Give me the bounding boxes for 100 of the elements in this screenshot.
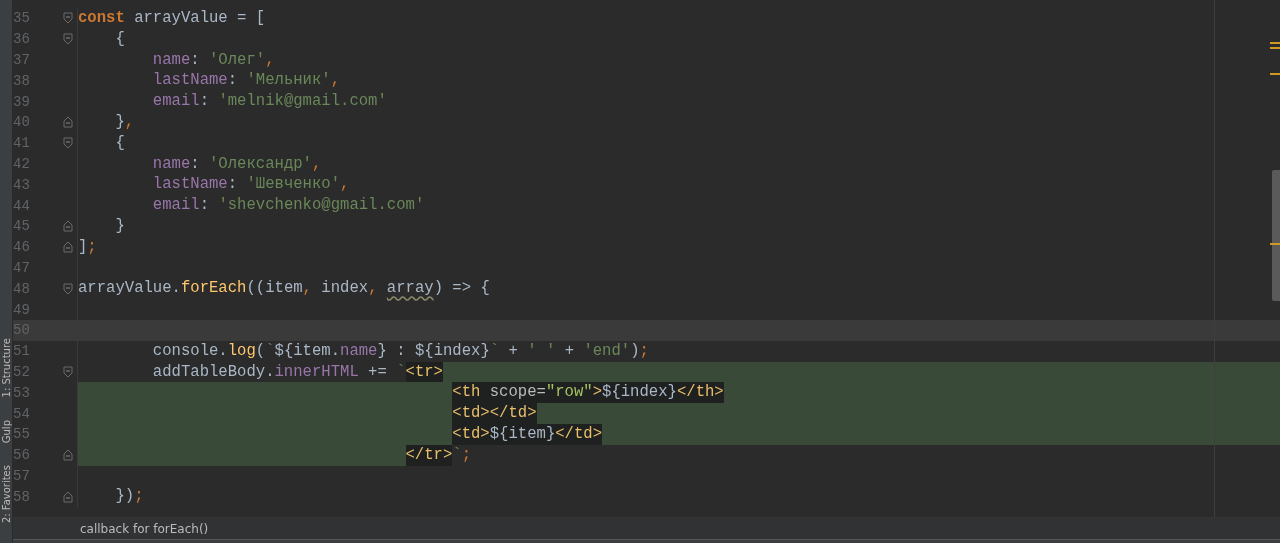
code-token: : xyxy=(199,91,210,112)
line-number: 52 xyxy=(13,363,31,380)
line-number: 54 xyxy=(13,405,31,422)
breadcrumb-text: callback for forEach() xyxy=(80,521,209,536)
code-token: ) xyxy=(630,340,640,362)
line-number: 58 xyxy=(13,488,31,505)
code-token: "row" xyxy=(545,382,593,404)
code-token: log xyxy=(227,340,256,362)
code-token: , xyxy=(124,112,135,133)
line-number: 38 xyxy=(13,72,31,89)
code-token: lastName xyxy=(152,70,228,92)
code-token: ; xyxy=(87,236,97,258)
code-token: name xyxy=(340,340,378,362)
fold-marker-icon[interactable] xyxy=(63,449,73,462)
line-number: 42 xyxy=(13,155,31,172)
fold-marker-icon[interactable] xyxy=(63,282,73,295)
code-token: 'Мельник' xyxy=(246,70,331,92)
tool-window-tab[interactable]: 1: Structure xyxy=(0,338,12,398)
line-number: 43 xyxy=(13,176,31,193)
code-token: forEach xyxy=(180,278,247,300)
code-token: : xyxy=(199,195,210,216)
code-token: email xyxy=(152,91,200,112)
code-token: ( xyxy=(255,340,266,362)
code-token: scope= xyxy=(480,382,546,404)
fold-marker-icon[interactable] xyxy=(63,490,73,503)
line-number: 39 xyxy=(13,93,31,110)
code-token: ] xyxy=(78,236,88,258)
line-number: 40 xyxy=(13,114,31,131)
fold-marker-icon[interactable] xyxy=(63,12,73,25)
code-token: ; xyxy=(134,486,144,508)
line-number: 36 xyxy=(13,31,31,48)
code-token: ' ' xyxy=(527,340,556,362)
code-token: ((item xyxy=(246,278,303,300)
fold-marker-icon[interactable] xyxy=(63,365,73,378)
line-number: 51 xyxy=(13,343,31,360)
tool-window-tab[interactable]: Gulp xyxy=(0,419,12,443)
line-number: 44 xyxy=(13,197,31,214)
code-token: { xyxy=(115,28,125,50)
code-token: : xyxy=(190,49,201,71)
code-token: , xyxy=(311,153,322,175)
code-token: ; xyxy=(461,444,472,466)
code-token: }) xyxy=(115,486,135,508)
scrollbar-thumb[interactable] xyxy=(1272,170,1280,301)
code-token: 'Олександр' xyxy=(209,153,312,175)
code-token: : xyxy=(227,174,239,196)
code-token: 'shevchenko@gmail.com' xyxy=(218,195,425,216)
code-token: ) => { xyxy=(433,278,490,300)
fold-marker-icon[interactable] xyxy=(63,116,73,129)
code-token: += xyxy=(367,361,388,383)
line-number: 56 xyxy=(13,447,31,464)
code-token: <tr> xyxy=(405,361,443,383)
line-number: 49 xyxy=(13,301,31,318)
code-token: </td> xyxy=(555,423,603,445)
code-token: 'Шевченко' xyxy=(246,174,341,196)
code-token: ` xyxy=(452,444,462,466)
code-token: array xyxy=(386,278,434,300)
code-token: name xyxy=(152,153,191,175)
code-token: arrayValue. xyxy=(78,278,181,300)
line-number: 46 xyxy=(13,239,31,256)
code-token: , xyxy=(368,278,379,300)
line-number: 53 xyxy=(13,384,31,401)
code-token: + xyxy=(563,340,575,362)
code-token: addTableBody. xyxy=(152,361,275,383)
code-token: <th xyxy=(452,382,481,404)
line-number: 45 xyxy=(13,218,31,235)
code-token: ` xyxy=(489,340,500,362)
code-token: </th> xyxy=(676,382,724,404)
line-number: 57 xyxy=(13,467,31,484)
line-number: 48 xyxy=(13,280,31,297)
code-token: index xyxy=(320,278,369,300)
fold-marker-icon[interactable] xyxy=(63,137,73,150)
code-token: , xyxy=(265,49,275,71)
line-number: 41 xyxy=(13,135,31,152)
fold-marker-icon[interactable] xyxy=(63,241,73,254)
code-token: lastName xyxy=(152,174,228,196)
code-token: 'Олег' xyxy=(209,49,266,71)
line-number: 47 xyxy=(13,259,31,276)
code-token: } xyxy=(115,112,125,133)
code-token: : xyxy=(190,153,201,175)
code-token: ${index} xyxy=(602,382,677,404)
code-token: , xyxy=(330,70,341,92)
code-token: > xyxy=(592,382,603,404)
code-token: , xyxy=(302,278,312,300)
code-token: : xyxy=(227,70,239,92)
code-token: } : ${index} xyxy=(377,340,490,362)
code-token: 'end' xyxy=(583,340,631,362)
fold-marker-icon[interactable] xyxy=(63,33,73,46)
code-token: , xyxy=(340,174,350,196)
fold-marker-icon[interactable] xyxy=(63,220,73,233)
code-token: { xyxy=(115,132,125,154)
code-token: <td> xyxy=(452,423,490,445)
code-token: innerHTML xyxy=(274,361,359,383)
code-token: + xyxy=(507,340,519,362)
code-token: ; xyxy=(639,340,649,362)
code-token: arrayValue = [ xyxy=(133,8,266,29)
code-token: ` xyxy=(396,361,406,383)
line-number: 35 xyxy=(13,10,31,27)
tool-window-tab[interactable]: 2: Favorites xyxy=(0,464,12,523)
code-token: <td></td> xyxy=(452,403,537,424)
code-token: console. xyxy=(152,340,228,362)
